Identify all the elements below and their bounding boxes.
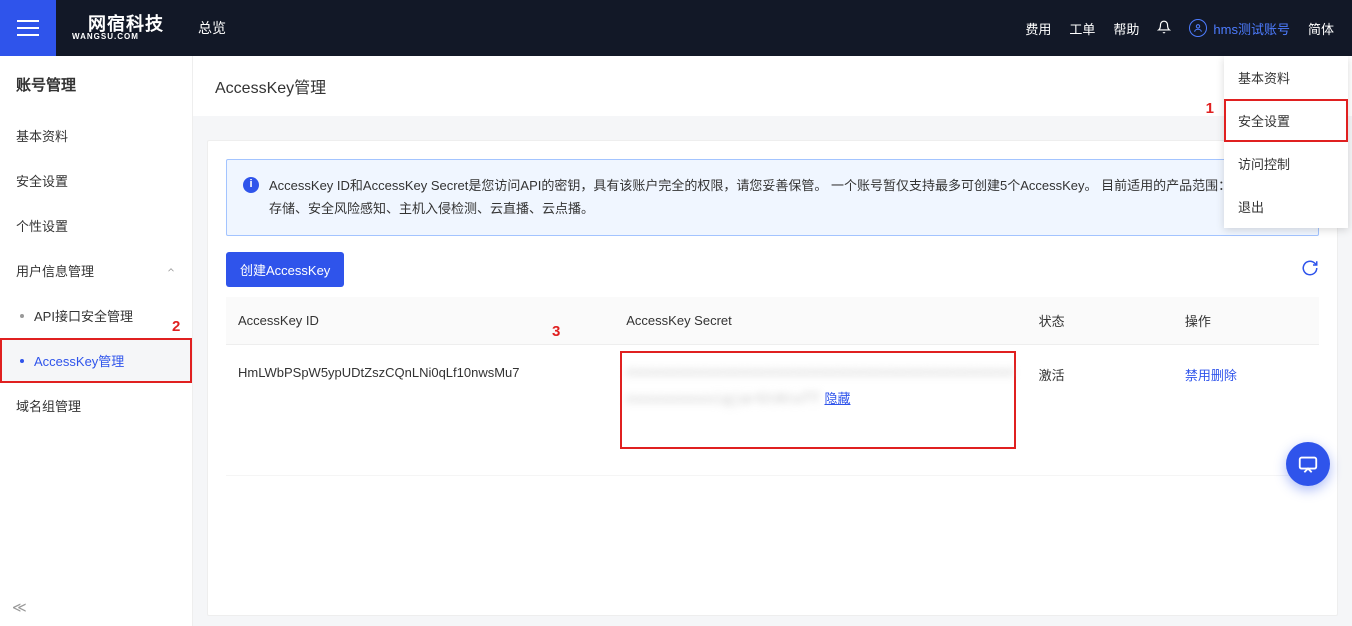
- cell-accesskey-secret: xxxxxxxxxxxxxxxxxxxxxxxxxxxxxxxxxxxxxxxx…: [614, 344, 1026, 475]
- page-title: AccessKey管理: [193, 56, 1352, 116]
- nav-lang-link[interactable]: 简体: [1308, 19, 1334, 38]
- annotation-1: 1: [1206, 100, 1214, 117]
- col-status: 状态: [1027, 297, 1173, 345]
- info-alert: i AccessKey ID和AccessKey Secret是您访问API的密…: [226, 159, 1319, 236]
- user-avatar-icon: [1189, 19, 1207, 37]
- sidebar: 账号管理 基本资料 安全设置 个性设置 用户信息管理 API接口安全管理 Acc…: [0, 56, 193, 626]
- sidebar-collapse-button[interactable]: ≪: [12, 599, 27, 616]
- table-header-row: AccessKey ID AccessKey Secret 状态 操作: [226, 297, 1319, 345]
- info-icon: i: [243, 177, 259, 193]
- hamburger-icon: [17, 20, 39, 36]
- cell-accesskey-id: HmLWbPSpW5ypUDtZszCQnLNi0qLf10nwsMu7: [226, 344, 614, 475]
- nav-overview[interactable]: 总览: [198, 18, 226, 38]
- accesskey-table: AccessKey ID AccessKey Secret 状态 操作 HmLW…: [226, 297, 1319, 476]
- create-accesskey-button[interactable]: 创建AccessKey: [226, 252, 344, 287]
- sidebar-item-profile[interactable]: 基本资料: [0, 113, 192, 158]
- cell-status: 激活: [1027, 344, 1173, 475]
- secret-masked-line1: xxxxxxxxxxxxxxxxxxxxxxxxxxxxxxxxxxxxxxxx…: [626, 365, 1014, 380]
- bell-icon[interactable]: [1157, 20, 1171, 37]
- secret-masked-line2: xxxxxxxxxxigjarGtAtoTT: [626, 392, 820, 407]
- table-row: HmLWbPSpW5ypUDtZszCQnLNi0qLf10nwsMu7 xxx…: [226, 344, 1319, 475]
- user-menu-security[interactable]: 安全设置: [1224, 99, 1348, 142]
- nav-username: hms测试账号: [1213, 19, 1290, 38]
- user-menu-profile[interactable]: 基本资料: [1224, 56, 1348, 99]
- sidebar-item-api-security[interactable]: API接口安全管理: [0, 293, 192, 338]
- nav-ticket-link[interactable]: 工单: [1069, 19, 1095, 38]
- sidebar-item-preference[interactable]: 个性设置: [0, 203, 192, 248]
- nav-fee-link[interactable]: 费用: [1025, 19, 1051, 38]
- chat-icon: [1297, 453, 1319, 475]
- logo-subtext: WANGSU.COM: [72, 33, 164, 41]
- user-menu-access[interactable]: 访问控制: [1224, 142, 1348, 185]
- action-disable-link[interactable]: 禁用: [1185, 368, 1211, 383]
- content-card: i AccessKey ID和AccessKey Secret是您访问API的密…: [207, 140, 1338, 616]
- nav-right-group: 费用 工单 帮助 hms测试账号 简体: [1025, 19, 1352, 38]
- refresh-button[interactable]: [1301, 259, 1319, 280]
- top-navbar: 网宿科技 WANGSU.COM 总览 费用 工单 帮助 hms测试账号 简体: [0, 0, 1352, 56]
- user-menu-logout[interactable]: 退出: [1224, 185, 1348, 228]
- brand-logo: 网宿科技 WANGSU.COM: [72, 15, 164, 41]
- user-dropdown-menu: 基本资料 安全设置 访问控制 退出: [1224, 56, 1348, 228]
- logo-text: 网宿科技: [88, 15, 164, 33]
- sidebar-item-domain-group[interactable]: 域名组管理: [0, 383, 192, 428]
- annotation-3: 3: [552, 323, 560, 340]
- sidebar-item-label: 用户信息管理: [16, 261, 94, 280]
- nav-help-link[interactable]: 帮助: [1113, 19, 1139, 38]
- main-area: AccessKey管理 i AccessKey ID和AccessKey Sec…: [193, 56, 1352, 626]
- sidebar-title: 账号管理: [0, 56, 192, 113]
- sidebar-item-security[interactable]: 安全设置: [0, 158, 192, 203]
- action-delete-link[interactable]: 删除: [1211, 368, 1237, 383]
- chevron-up-icon: [166, 263, 176, 278]
- nav-user-link[interactable]: hms测试账号: [1189, 19, 1290, 38]
- sidebar-item-accesskey[interactable]: AccessKey管理: [0, 338, 192, 383]
- info-alert-text: AccessKey ID和AccessKey Secret是您访问API的密钥，…: [269, 174, 1302, 221]
- col-action: 操作: [1173, 297, 1319, 345]
- annotation-2: 2: [172, 318, 180, 335]
- menu-toggle-button[interactable]: [0, 0, 56, 56]
- col-secret: AccessKey Secret: [614, 297, 1026, 345]
- chat-fab-button[interactable]: [1286, 442, 1330, 486]
- sidebar-item-user-mgmt[interactable]: 用户信息管理: [0, 248, 192, 293]
